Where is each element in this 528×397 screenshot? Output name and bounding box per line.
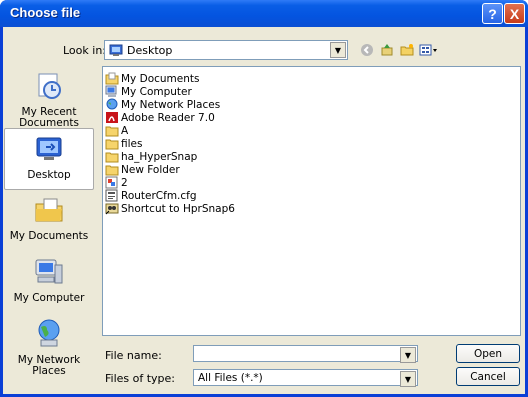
network-places-icon	[38, 319, 60, 347]
place-label: Desktop	[27, 169, 71, 181]
network-icon	[106, 98, 118, 110]
folder-docs-icon	[105, 72, 119, 85]
place-label: My Computer	[13, 292, 85, 304]
chevron-down-icon[interactable]: ▼	[400, 347, 416, 363]
look-in-label: Look in:	[63, 44, 106, 57]
place-my-documents[interactable]: My Documents	[4, 190, 94, 252]
folder-icon	[105, 152, 119, 163]
back-icon[interactable]	[358, 41, 376, 59]
cfg-icon	[105, 189, 118, 202]
look-in-value: Desktop	[127, 43, 173, 57]
place-label: My Documents	[9, 230, 89, 242]
folder-icon	[105, 126, 119, 137]
my-computer-icon	[35, 259, 63, 284]
place-label: My Network Places	[17, 354, 81, 377]
file-type-label: Files of type:	[105, 372, 176, 385]
place-my-computer[interactable]: My Computer	[4, 252, 94, 314]
chevron-down-icon[interactable]: ▼	[400, 371, 416, 387]
list-item[interactable]: My Network Places	[105, 98, 220, 111]
file-name-label: File name:	[105, 349, 162, 362]
folder-icon	[105, 165, 119, 176]
places-bar: My Recent Documents Desktop My Documents…	[4, 66, 94, 377]
place-my-network-places[interactable]: My Network Places	[4, 314, 94, 377]
list-item[interactable]: A	[105, 124, 128, 137]
open-button[interactable]: Open	[456, 344, 520, 363]
list-item[interactable]: files	[105, 137, 142, 150]
file-name-input[interactable]: ▼	[193, 345, 418, 363]
recent-documents-icon	[38, 73, 61, 99]
place-my-recent-documents[interactable]: My Recent Documents	[4, 66, 94, 129]
list-item[interactable]: 2	[105, 176, 128, 189]
help-button[interactable]: ?	[482, 3, 503, 24]
title-bar[interactable]: Choose file ? X	[0, 0, 528, 27]
file-list[interactable]: My Documents My Computer My Network Plac…	[102, 66, 521, 336]
adobe-icon	[106, 112, 118, 123]
computer-icon	[105, 85, 117, 97]
folder-icon	[105, 139, 119, 150]
file-type-select[interactable]: All Files (*.*) ▼	[193, 369, 418, 387]
shortcut-icon	[105, 203, 119, 215]
up-folder-icon[interactable]	[378, 41, 396, 59]
view-menu-icon[interactable]	[418, 41, 440, 59]
list-item[interactable]: Adobe Reader 7.0	[105, 111, 215, 124]
desktop-icon	[36, 137, 62, 160]
list-item[interactable]: My Documents	[105, 72, 199, 85]
list-item[interactable]: My Computer	[105, 85, 192, 98]
image-icon	[105, 176, 118, 189]
my-documents-icon	[35, 198, 63, 222]
list-item[interactable]: Shortcut to HprSnap6	[105, 202, 235, 215]
list-item[interactable]: New Folder	[105, 163, 180, 176]
cancel-button[interactable]: Cancel	[456, 367, 520, 386]
close-button[interactable]: X	[504, 3, 525, 24]
window-title: Choose file	[10, 5, 81, 20]
place-desktop[interactable]: Desktop	[4, 128, 94, 190]
new-folder-icon[interactable]	[398, 41, 416, 59]
look-in-dropdown[interactable]: Desktop ▼	[104, 40, 348, 60]
list-item[interactable]: ha_HyperSnap	[105, 150, 197, 163]
place-label: My Recent Documents	[19, 106, 79, 129]
desktop-icon	[109, 44, 123, 56]
list-item[interactable]: RouterCfm.cfg	[105, 189, 197, 202]
chevron-down-icon[interactable]: ▼	[330, 42, 346, 58]
